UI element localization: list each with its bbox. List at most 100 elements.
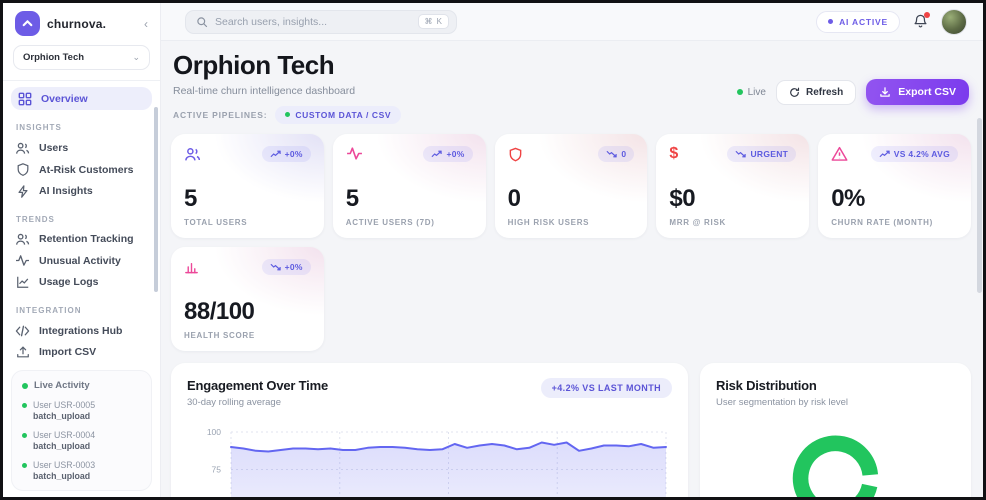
code-icon xyxy=(15,323,30,338)
live-dot-icon xyxy=(22,382,28,389)
sidebar-item-label: Import CSV xyxy=(39,346,97,359)
main-area: ⌘ K AI ACTIVE Orphion Tech Real-time chu… xyxy=(161,3,983,497)
stat-label: MRR @ RISK xyxy=(669,217,726,227)
refresh-button[interactable]: Refresh xyxy=(775,79,857,105)
refresh-icon xyxy=(790,87,800,97)
live-dot-icon xyxy=(22,433,27,439)
sidebar-collapse-button[interactable]: ‹ xyxy=(144,17,150,31)
status-badge: +0% xyxy=(261,145,311,162)
activity-icon xyxy=(346,146,363,166)
engagement-subtitle: 30-day rolling average xyxy=(187,396,282,408)
sidebar-item-ai-insights[interactable]: AI Insights xyxy=(3,180,160,201)
list-item[interactable]: User USR-0005 batch_upload xyxy=(22,400,141,421)
avatar[interactable] xyxy=(941,8,967,35)
live-entry-user: User USR-0004 xyxy=(33,430,96,441)
sidebar-item-at-risk-customers[interactable]: At-Risk Customers xyxy=(3,159,160,180)
live-status-label: Live xyxy=(747,86,766,98)
divider xyxy=(3,80,160,81)
pipeline-badge[interactable]: CUSTOM DATA / CSV xyxy=(275,105,402,124)
status-dot-icon xyxy=(285,112,291,118)
pipelines-label: ACTIVE PIPELINES: xyxy=(173,109,268,120)
keyboard-shortcut-badge: ⌘ K xyxy=(418,14,449,29)
status-badge: VS 4.2% AVG xyxy=(870,145,958,162)
status-badge: URGENT xyxy=(727,145,797,162)
export-csv-button[interactable]: Export CSV xyxy=(866,79,969,105)
engagement-panel: Engagement Over Time 30-day rolling aver… xyxy=(171,362,688,497)
sidebar-item-users[interactable]: Users xyxy=(3,137,160,158)
risk-title: Risk Distribution xyxy=(716,377,817,393)
page-subtitle: Real-time churn intelligence dashboard xyxy=(173,84,356,97)
list-item[interactable]: User USR-0003 batch_upload xyxy=(22,460,141,481)
refresh-label: Refresh xyxy=(805,86,844,98)
users-icon xyxy=(15,141,30,156)
pulse-icon xyxy=(15,253,30,268)
spark-icon xyxy=(15,184,30,199)
sidebar-item-unusual-activity[interactable]: Unusual Activity xyxy=(3,250,160,271)
workspace-selector[interactable]: Orphion Tech ⌄ xyxy=(13,45,150,70)
sidebar: churnova. ‹ Orphion Tech ⌄ Overview INSI… xyxy=(3,3,161,497)
ai-active-badge[interactable]: AI ACTIVE xyxy=(816,10,900,33)
stat-card-total-users[interactable]: +0% 5 TOTAL USERS xyxy=(171,133,324,238)
svg-text:100: 100 xyxy=(207,427,221,437)
sidebar-item-usage-logs[interactable]: Usage Logs xyxy=(3,272,160,293)
users-icon xyxy=(15,232,30,247)
live-entry-detail: batch_upload xyxy=(33,411,91,422)
bar-chart-icon xyxy=(184,259,199,280)
grid-icon xyxy=(17,91,32,106)
section-title-insights: INSIGHTS xyxy=(16,123,62,133)
stat-card-high-risk-users[interactable]: 0 0 HIGH RISK USERS xyxy=(494,133,648,238)
sidebar-item-label: Overview xyxy=(41,92,88,105)
sidebar-item-import-csv[interactable]: Import CSV xyxy=(3,342,160,363)
trending-down-icon xyxy=(270,263,281,270)
search-input[interactable] xyxy=(215,15,412,28)
notification-dot xyxy=(924,12,930,18)
risk-distribution-panel: Risk Distribution User segmentation by r… xyxy=(700,362,971,497)
live-entry-user: User USR-0003 xyxy=(33,460,96,471)
topbar: ⌘ K AI ACTIVE xyxy=(161,3,983,41)
trending-up-icon xyxy=(879,150,890,157)
search-icon xyxy=(196,16,208,28)
stat-label: HEALTH SCORE xyxy=(184,330,255,340)
brand-name: churnova. xyxy=(47,16,107,31)
chevron-down-icon: ⌄ xyxy=(132,52,140,62)
live-activity-header: Live Activity xyxy=(22,380,141,391)
search-box[interactable]: ⌘ K xyxy=(185,9,457,34)
stat-value: 0% xyxy=(831,184,865,212)
stat-label: TOTAL USERS xyxy=(184,217,248,227)
stat-card-active-users[interactable]: +0% 5 ACTIVE USERS (7D) xyxy=(332,133,486,238)
sidebar-item-overview[interactable]: Overview xyxy=(11,86,152,111)
stat-card-health-score[interactable]: +0% 88/100 HEALTH SCORE xyxy=(171,246,324,351)
app-window: churnova. ‹ Orphion Tech ⌄ Overview INSI… xyxy=(0,0,986,500)
download-icon xyxy=(880,87,890,97)
sidebar-item-integrations-hub[interactable]: Integrations Hub xyxy=(3,320,160,341)
sidebar-item-label: Usage Logs xyxy=(39,276,99,289)
stat-label: HIGH RISK USERS xyxy=(507,217,590,227)
live-dot-icon xyxy=(736,89,743,95)
live-status: Live xyxy=(736,86,766,98)
ai-active-label: AI ACTIVE xyxy=(839,16,888,27)
status-badge: +0% xyxy=(261,258,311,275)
stat-value: 5 xyxy=(184,184,197,212)
main-scrollbar[interactable] xyxy=(977,118,982,293)
sidebar-item-label: Retention Tracking xyxy=(39,233,134,246)
trending-down-icon xyxy=(735,150,747,157)
sidebar-scrollbar[interactable] xyxy=(154,107,158,292)
svg-text:75: 75 xyxy=(212,464,222,474)
notifications-button[interactable] xyxy=(913,12,930,29)
stat-card-mrr-at-risk[interactable]: $ URGENT $0 MRR @ RISK xyxy=(656,133,810,238)
list-item[interactable]: User USR-0004 batch_upload xyxy=(22,430,141,451)
dollar-icon: $ xyxy=(669,144,679,162)
sidebar-item-retention-tracking[interactable]: Retention Tracking xyxy=(3,229,160,250)
stat-value: 88/100 xyxy=(184,297,255,325)
pipeline-badge-label: CUSTOM DATA / CSV xyxy=(295,109,392,120)
stat-card-churn-rate[interactable]: VS 4.2% AVG 0% CHURN RATE (MONTH) xyxy=(818,133,971,238)
stat-value: 5 xyxy=(345,184,359,212)
chart-line-icon xyxy=(15,275,30,290)
live-activity-panel: Live Activity User USR-0005 batch_upload… xyxy=(11,370,152,492)
stat-label: CHURN RATE (MONTH) xyxy=(831,217,933,227)
live-entry-user: User USR-0005 xyxy=(33,400,96,411)
sidebar-item-label: Users xyxy=(39,142,69,155)
section-title-trends: TRENDS xyxy=(16,214,55,224)
shield-icon xyxy=(15,162,30,177)
engagement-badge: +4.2% VS LAST MONTH xyxy=(540,377,672,398)
